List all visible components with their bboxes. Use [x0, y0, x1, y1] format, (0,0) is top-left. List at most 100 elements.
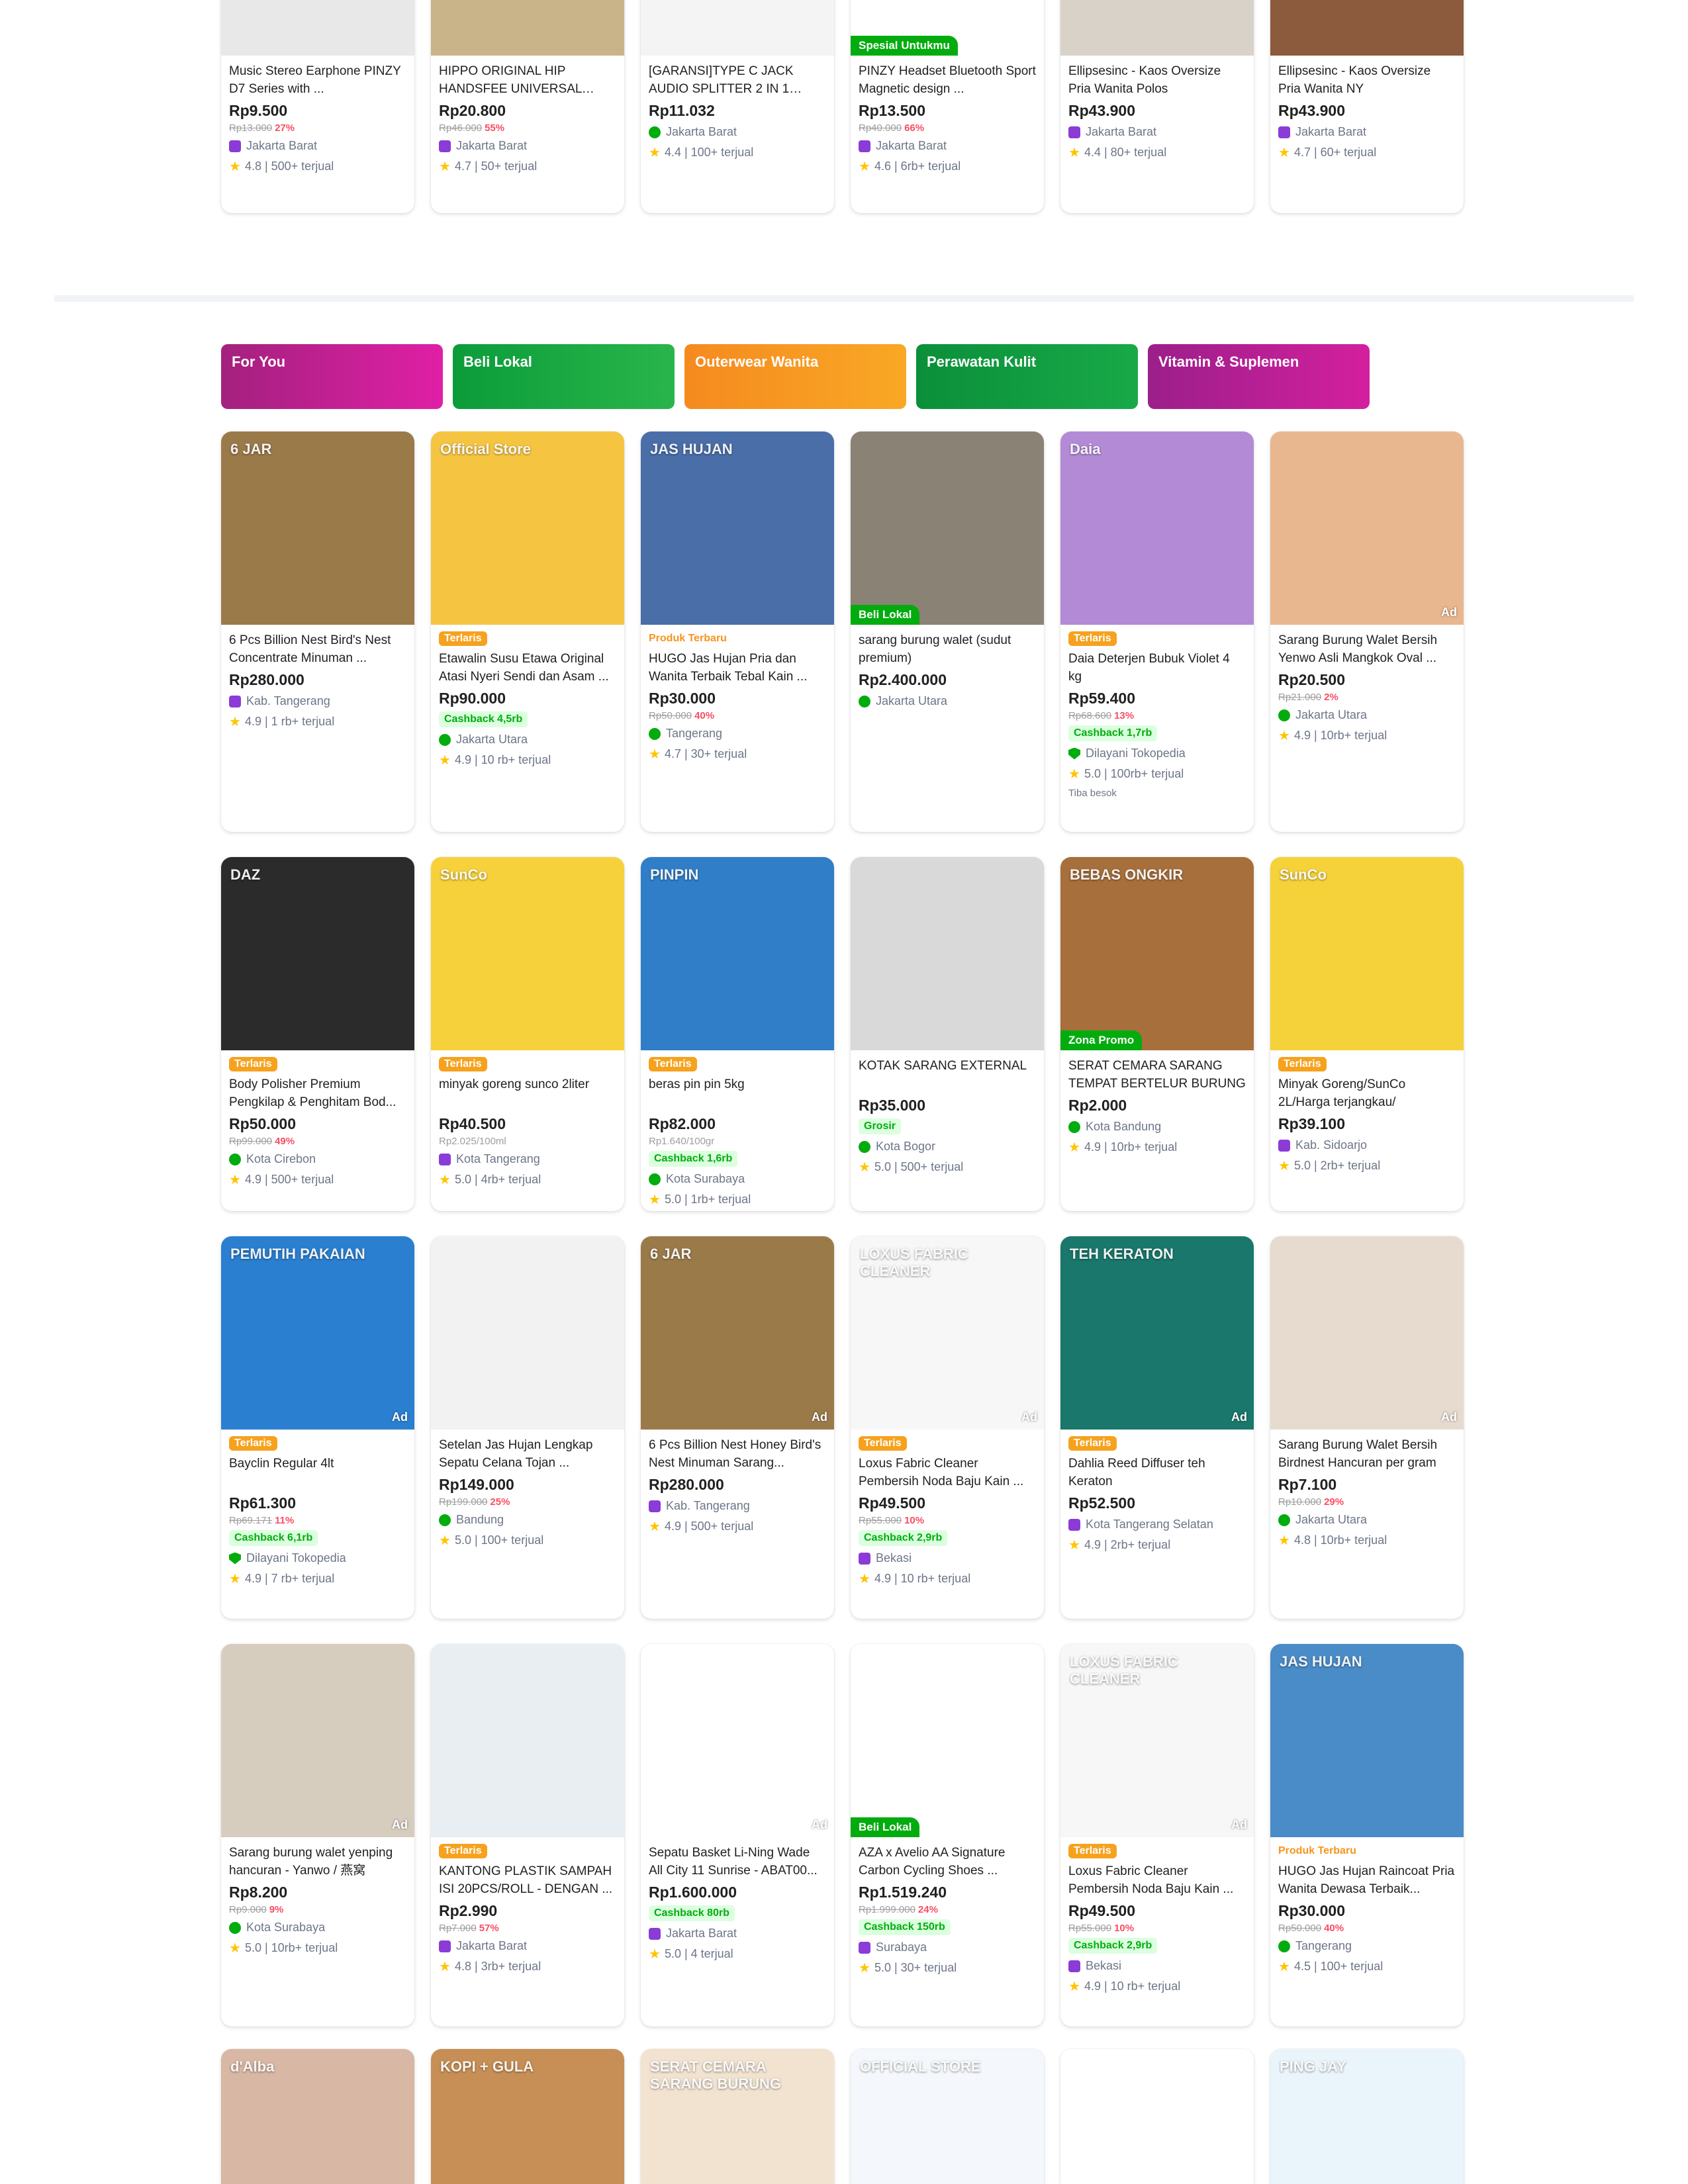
product-card[interactable]: Terlaris KANTONG PLASTIK SAMPAH ISI 20PCS… [431, 1644, 624, 2026]
product-name[interactable]: Body Polisher Premium Pengkilap & Penghi… [229, 1075, 406, 1111]
product-card[interactable]: Setelan Jas Hujan Lengkap Sepatu Celana … [431, 1236, 624, 1619]
category-tab[interactable]: Beli Lokal [453, 344, 675, 409]
product-card[interactable]: SERAT CEMARA SARANG BURUNG [641, 2049, 834, 2184]
product-card[interactable]: d'Alba [221, 2049, 414, 2184]
product-card[interactable]: 6 JAR 6 Pcs Billion Nest Bird's Nest Conc… [221, 432, 414, 832]
product-card[interactable]: HIPPO ORIGINAL HIP HANDSFEE UNIVERSAL BA… [431, 0, 624, 213]
product-card[interactable]: KOPI + GULA [431, 2049, 624, 2184]
product-image[interactable]: SunCo [1270, 857, 1464, 1050]
product-name[interactable]: Minyak Goreng/SunCo 2L/Harga terjangkau/ [1278, 1075, 1456, 1111]
product-card[interactable]: Ad Sarang burung walet yenping hancuran -… [221, 1644, 414, 2026]
product-card[interactable]: Spesial Untukmu PINZY Headset Bluetooth S… [851, 0, 1044, 213]
product-name[interactable]: minyak goreng sunco 2liter [439, 1075, 616, 1111]
product-name[interactable]: [GARANSI]TYPE C JACK AUDIO SPLITTER 2 IN… [649, 62, 826, 98]
product-card[interactable]: BEBAS ONGKIR Zona Promo SERAT CEMARA SARAN… [1060, 857, 1254, 1211]
product-card[interactable]: [GARANSI]TYPE C JACK AUDIO SPLITTER 2 IN… [641, 0, 834, 213]
product-name[interactable]: Sarang Burung Walet Bersih Yenwo Asli Ma… [1278, 631, 1456, 667]
product-card[interactable]: DAZ Terlaris Body Polisher Premium Pengkil… [221, 857, 414, 1211]
product-card[interactable]: TEH KERATON Ad Terlaris Dahlia Reed Diffuse… [1060, 1236, 1254, 1619]
product-name[interactable]: Ellipsesinc - Kaos Oversize Pria Wanita … [1278, 62, 1456, 98]
product-image[interactable]: KOPI + GULA [431, 2049, 624, 2184]
product-image[interactable]: Official Store [431, 432, 624, 625]
product-image[interactable]: d'Alba [221, 2049, 414, 2184]
product-image[interactable]: Beli Lokal [851, 1644, 1044, 1837]
product-name[interactable]: Music Stereo Earphone PINZY D7 Series wi… [229, 62, 406, 98]
product-image[interactable]: SERAT CEMARA SARANG BURUNG [641, 2049, 834, 2184]
product-name[interactable]: HUGO Jas Hujan Raincoat Pria Wanita Dewa… [1278, 1862, 1456, 1898]
product-name[interactable]: Bayclin Regular 4lt [229, 1455, 406, 1490]
product-name[interactable]: Sepatu Basket Li-Ning Wade All City 11 S… [649, 1844, 826, 1880]
product-card[interactable]: PING JAY [1270, 2049, 1464, 2184]
product-card[interactable]: KOTAK SARANG EXTERNAL Rp35.000 Grosir Kota … [851, 857, 1044, 1211]
product-image[interactable] [1270, 0, 1464, 56]
product-image[interactable]: OFFICIAL STORE [851, 2049, 1044, 2184]
product-card[interactable]: LOXUS FABRIC CLEANER Ad Terlaris Loxus Fabr… [1060, 1644, 1254, 2026]
category-tab[interactable]: Outerwear Wanita [684, 344, 906, 409]
product-card[interactable]: LOXUS FABRIC CLEANER Ad Terlaris Loxus Fabr… [851, 1236, 1044, 1619]
product-name[interactable]: Dahlia Reed Diffuser teh Keraton [1068, 1455, 1246, 1490]
product-card[interactable]: Music Stereo Earphone PINZY D7 Series wi… [221, 0, 414, 213]
product-image[interactable]: TEH KERATON Ad [1060, 1236, 1254, 1430]
product-image[interactable]: PING JAY [1270, 2049, 1464, 2184]
product-name[interactable]: KOTAK SARANG EXTERNAL [859, 1057, 1036, 1093]
product-card[interactable]: SunCo Terlaris Minyak Goreng/SunCo 2L/Harg… [1270, 857, 1464, 1211]
product-card[interactable]: Ellipsesinc - Kaos Oversize Pria Wanita … [1060, 0, 1254, 213]
category-tab[interactable]: Perawatan Kulit [916, 344, 1138, 409]
product-name[interactable]: Daia Deterjen Bubuk Violet 4 kg [1068, 650, 1246, 686]
product-image[interactable]: SunCo [431, 857, 624, 1050]
product-image[interactable]: Beli Lokal [851, 432, 1044, 625]
product-name[interactable]: sarang burung walet (sudut premium) [859, 631, 1036, 667]
category-tab[interactable]: For You [221, 344, 443, 409]
product-image[interactable]: DAZ [221, 857, 414, 1050]
product-card[interactable]: 6 JAR Ad 6 Pcs Billion Nest Honey Bird's N… [641, 1236, 834, 1619]
product-name[interactable]: PINZY Headset Bluetooth Sport Magnetic d… [859, 62, 1036, 98]
product-image[interactable]: Ad [1270, 432, 1464, 625]
product-image[interactable] [431, 1236, 624, 1430]
product-name[interactable]: SERAT CEMARA SARANG TEMPAT BERTELUR BURU… [1068, 1057, 1246, 1093]
product-image[interactable] [431, 0, 624, 56]
product-name[interactable]: Ellipsesinc - Kaos Oversize Pria Wanita … [1068, 62, 1246, 98]
product-card[interactable]: JAS HUJAN Produk Terbaru HUGO Jas Hujan Ra… [1270, 1644, 1464, 2026]
product-image[interactable]: Daia [1060, 432, 1254, 625]
product-card[interactable]: Beli Lokal AZA x Avelio AA Signature Carb… [851, 1644, 1044, 2026]
product-card[interactable]: Ad Sarang Burung Walet Bersih Yenwo Asli … [1270, 432, 1464, 832]
category-tab[interactable]: Vitamin & Suplemen [1148, 344, 1370, 409]
product-image[interactable] [431, 1644, 624, 1837]
product-image[interactable]: Spesial Untukmu [851, 0, 1044, 56]
product-card[interactable]: PEMUTIH PAKAIAN Ad Terlaris Bayclin Regular… [221, 1236, 414, 1619]
product-image[interactable] [641, 0, 834, 56]
product-image[interactable] [221, 0, 414, 56]
product-card[interactable]: Ellipsesinc - Kaos Oversize Pria Wanita … [1270, 0, 1464, 213]
product-image[interactable]: BEBAS ONGKIR Zona Promo [1060, 857, 1254, 1050]
product-card[interactable]: Official Store Terlaris Etawalin Susu Etaw… [431, 432, 624, 832]
product-card[interactable]: Beli Lokal sarang burung walet (sudut pre… [851, 432, 1044, 832]
product-image[interactable]: 6 JAR [221, 432, 414, 625]
product-name[interactable]: beras pin pin 5kg [649, 1075, 826, 1111]
product-name[interactable]: HIPPO ORIGINAL HIP HANDSFEE UNIVERSAL BA… [439, 62, 616, 98]
product-card[interactable]: JAS HUJAN Produk Terbaru HUGO Jas Hujan Pr… [641, 432, 834, 832]
product-name[interactable]: Loxus Fabric Cleaner Pembersih Noda Baju… [1068, 1862, 1246, 1898]
product-image[interactable]: Ad [641, 1644, 834, 1837]
product-card[interactable]: PINPIN Terlaris beras pin pin 5kg Rp82.000 R… [641, 857, 834, 1211]
product-name[interactable]: KANTONG PLASTIK SAMPAH ISI 20PCS/ROLL - … [439, 1862, 616, 1898]
product-image[interactable]: PEMUTIH PAKAIAN Ad [221, 1236, 414, 1430]
product-name[interactable]: 6 Pcs Billion Nest Bird's Nest Concentra… [229, 631, 406, 667]
product-name[interactable]: AZA x Avelio AA Signature Carbon Cycling… [859, 1844, 1036, 1880]
product-card[interactable] [1060, 2049, 1254, 2184]
product-image[interactable]: JAS HUJAN [1270, 1644, 1464, 1837]
product-name[interactable]: Loxus Fabric Cleaner Pembersih Noda Baju… [859, 1455, 1036, 1490]
product-name[interactable]: HUGO Jas Hujan Pria dan Wanita Terbaik T… [649, 650, 826, 686]
product-image[interactable] [1060, 2049, 1254, 2184]
product-image[interactable]: LOXUS FABRIC CLEANER Ad [1060, 1644, 1254, 1837]
product-card[interactable]: OFFICIAL STORE [851, 2049, 1044, 2184]
product-name[interactable]: Etawalin Susu Etawa Original Atasi Nyeri… [439, 650, 616, 686]
product-image[interactable] [851, 857, 1044, 1050]
product-card[interactable]: Ad Sepatu Basket Li-Ning Wade All City 11… [641, 1644, 834, 2026]
product-card[interactable]: Ad Sarang Burung Walet Bersih Birdnest Ha… [1270, 1236, 1464, 1619]
product-image[interactable]: 6 JAR Ad [641, 1236, 834, 1430]
product-image[interactable]: LOXUS FABRIC CLEANER Ad [851, 1236, 1044, 1430]
product-image[interactable]: Ad [221, 1644, 414, 1837]
product-name[interactable]: Sarang burung walet yenping hancuran - Y… [229, 1844, 406, 1880]
product-name[interactable]: Sarang Burung Walet Bersih Birdnest Hanc… [1278, 1436, 1456, 1472]
product-image[interactable]: PINPIN [641, 857, 834, 1050]
